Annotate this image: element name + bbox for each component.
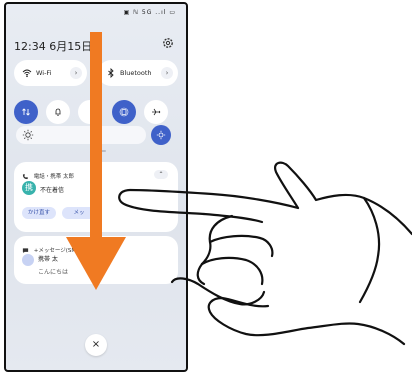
message-app-icon	[22, 248, 29, 254]
sender-name: 携帯 太	[38, 256, 58, 263]
mobile-data-toggle[interactable]	[14, 100, 38, 124]
settings-gear-icon[interactable]	[162, 37, 174, 49]
close-button[interactable]: ×	[85, 334, 107, 356]
phone-app-icon	[22, 173, 29, 180]
status-bar: ▣ ℕ 5G ..ıl ▭	[123, 9, 176, 16]
auto-brightness-icon	[156, 130, 166, 140]
bluetooth-chevron-icon[interactable]: ›	[161, 67, 173, 79]
missed-call-text: 不在着信	[40, 187, 65, 194]
sender-avatar	[22, 254, 34, 266]
auto-brightness-toggle[interactable]	[151, 125, 171, 145]
caller-avatar: 携	[22, 181, 36, 195]
airplane-icon	[152, 108, 161, 116]
wifi-label: Wi-Fi	[36, 69, 52, 77]
airplane-toggle[interactable]	[144, 100, 168, 124]
data-arrows-icon	[22, 108, 30, 116]
sun-icon	[22, 129, 34, 141]
bell-icon	[55, 108, 61, 116]
message-preview: こんにちは	[38, 269, 69, 276]
wifi-icon	[22, 69, 32, 78]
time: 12:34	[14, 40, 46, 53]
swiping-hand-icon	[118, 161, 412, 346]
call-back-button[interactable]: かけ直す	[22, 207, 56, 219]
